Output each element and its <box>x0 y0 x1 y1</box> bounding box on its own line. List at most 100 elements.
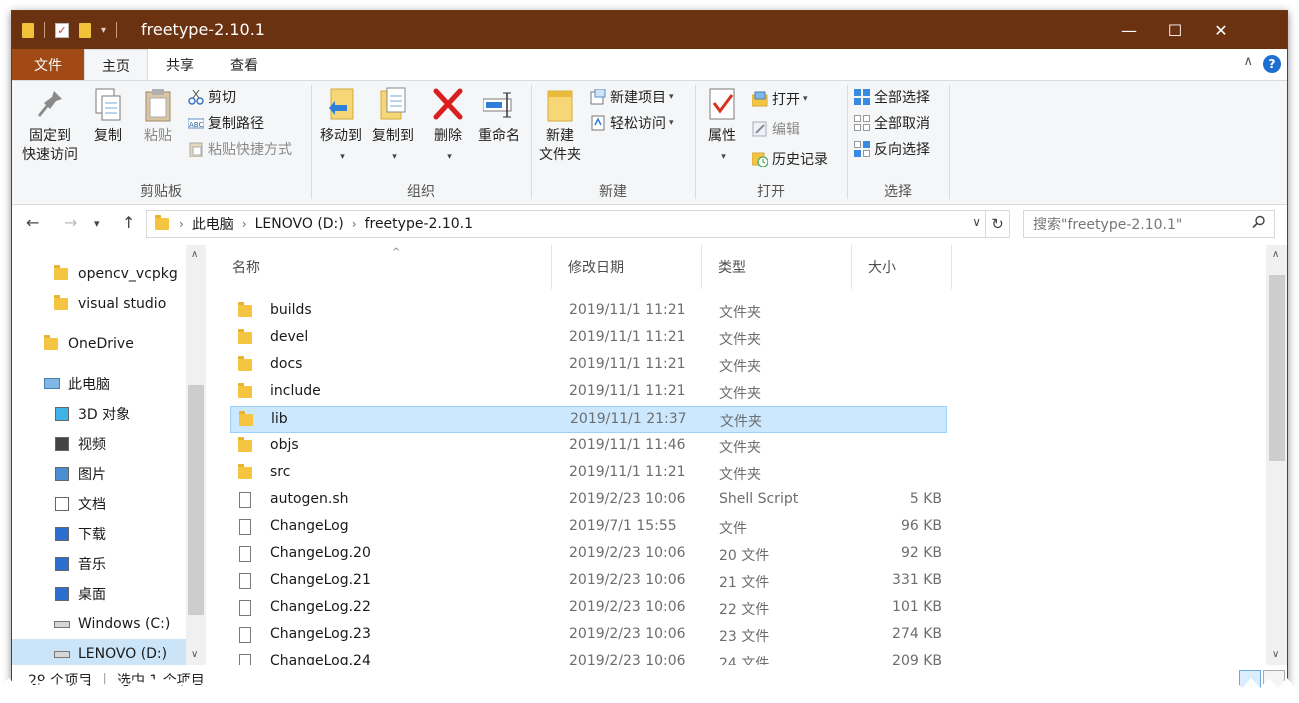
paste-shortcut-button[interactable]: 粘贴快捷方式 <box>188 137 292 161</box>
column-header-type[interactable]: 类型 <box>702 245 852 289</box>
file-icon <box>238 627 252 643</box>
file-row[interactable]: devel 2019/11/1 11:21 文件夹 <box>230 325 947 352</box>
sidebar-item[interactable]: Windows (C:) <box>12 609 186 639</box>
new-item-button[interactable]: 新建项目 ▾ <box>590 85 674 109</box>
tab-view[interactable]: 查看 <box>212 49 276 80</box>
maximize-icon: ☐ <box>1167 20 1183 40</box>
file-row[interactable]: ChangeLog.23 2019/2/23 10:06 23 文件 274 KB <box>230 622 947 649</box>
sidebar-item[interactable]: 桌面 <box>12 579 186 609</box>
copy-path-icon: ABC <box>187 115 205 131</box>
back-button[interactable]: ← <box>26 213 39 232</box>
file-row[interactable]: ChangeLog.20 2019/2/23 10:06 20 文件 92 KB <box>230 541 947 568</box>
recent-locations-button[interactable]: ▾ <box>94 217 100 230</box>
tab-file[interactable]: 文件 <box>12 49 84 80</box>
search-icon[interactable] <box>1252 215 1266 233</box>
column-header-modified[interactable]: 修改日期 <box>552 245 702 289</box>
file-row[interactable]: docs 2019/11/1 11:21 文件夹 <box>230 352 947 379</box>
close-icon: ✕ <box>1214 20 1228 40</box>
sidebar-item[interactable]: opencv_vcpkg <box>12 259 186 289</box>
breadcrumb-current-folder[interactable]: freetype-2.10.1 <box>365 216 473 232</box>
properties-icon[interactable]: ✓ <box>55 22 69 38</box>
pin-quick-access-button[interactable]: 固定到 快速访问 <box>18 87 82 165</box>
file-row[interactable]: include 2019/11/1 11:21 文件夹 <box>230 379 947 406</box>
properties-icon <box>706 87 738 123</box>
paste-button[interactable]: 粘贴 <box>136 87 180 146</box>
select-none-button[interactable]: 全部取消 <box>854 111 930 135</box>
sidebar-item[interactable]: 3D 对象 <box>12 399 186 429</box>
close-button[interactable]: ✕ <box>1198 11 1244 49</box>
copy-to-button[interactable]: 复制到 ▾ <box>368 87 418 167</box>
search-input[interactable]: 搜索"freetype-2.10.1" <box>1023 210 1275 238</box>
torn-edge-decoration <box>0 678 1299 703</box>
chevron-down-icon[interactable]: ∨ <box>972 215 981 229</box>
minimize-button[interactable]: — <box>1106 11 1152 49</box>
file-list-scrollbar[interactable]: ∧ ∨ <box>1266 245 1287 665</box>
nav-pane-scroll-thumb[interactable] <box>188 385 204 615</box>
address-bar[interactable]: › 此电脑 › LENOVO (D:) › freetype-2.10.1 ∨ … <box>146 210 1010 238</box>
easy-access-button[interactable]: 轻松访问 ▾ <box>590 111 674 135</box>
file-row[interactable]: src 2019/11/1 11:21 文件夹 <box>230 460 947 487</box>
collapse-ribbon-icon[interactable]: ∧ <box>1243 54 1253 69</box>
sidebar-item[interactable]: 下载 <box>12 519 186 549</box>
file-row[interactable]: builds 2019/11/1 11:21 文件夹 <box>230 298 947 325</box>
file-name: autogen.sh <box>270 491 349 507</box>
file-modified: 2019/2/23 10:06 <box>569 491 686 507</box>
sidebar-item[interactable]: 文档 <box>12 489 186 519</box>
sidebar-item[interactable]: OneDrive <box>12 329 186 359</box>
refresh-icon[interactable]: ↻ <box>985 211 1009 237</box>
move-to-button[interactable]: 移动到 ▾ <box>316 87 366 167</box>
copy-button[interactable]: 复制 <box>86 87 130 146</box>
edit-button[interactable]: 编辑 <box>752 117 800 141</box>
file-row[interactable]: ChangeLog.22 2019/2/23 10:06 22 文件 101 KB <box>230 595 947 622</box>
select-all-button[interactable]: 全部选择 <box>854 85 930 109</box>
copy-path-button[interactable]: ABC 复制路径 <box>187 111 264 135</box>
file-row[interactable]: lib 2019/11/1 21:37 文件夹 <box>230 406 947 433</box>
column-header-size[interactable]: 大小 <box>852 245 952 289</box>
invert-selection-button[interactable]: 反向选择 <box>854 137 930 161</box>
sidebar-item[interactable]: LENOVO (D:) <box>12 639 186 665</box>
file-list-scroll-thumb[interactable] <box>1269 275 1285 461</box>
copy-path-label: 复制路径 <box>208 116 264 132</box>
select-none-label: 全部取消 <box>874 116 930 132</box>
new-group-label: 新建 <box>599 184 627 200</box>
breadcrumb-this-pc[interactable]: 此电脑 <box>192 214 234 234</box>
file-row[interactable]: autogen.sh 2019/2/23 10:06 Shell Script 5 K… <box>230 487 947 514</box>
open-button[interactable]: 打开 ▾ <box>751 87 808 111</box>
cut-button[interactable]: 剪切 <box>188 85 236 109</box>
file-row[interactable]: ChangeLog 2019/7/1 15:55 文件 96 KB <box>230 514 947 541</box>
sidebar-item[interactable]: visual studio <box>12 289 186 319</box>
delete-button[interactable]: 删除 ▾ <box>428 87 468 167</box>
paste-shortcut-icon <box>188 141 204 158</box>
scroll-down-icon[interactable]: ∨ <box>191 649 198 660</box>
file-row[interactable]: objs 2019/11/1 11:46 文件夹 <box>230 433 947 460</box>
file-row[interactable]: ChangeLog.21 2019/2/23 10:06 21 文件 331 KB <box>230 568 947 595</box>
new-folder-icon[interactable] <box>79 22 91 38</box>
tab-home[interactable]: 主页 <box>84 49 148 81</box>
customize-toolbar-icon[interactable]: ▾ <box>101 25 106 36</box>
sidebar-item-label: OneDrive <box>68 336 134 352</box>
scroll-up-icon[interactable]: ∧ <box>191 249 198 260</box>
sidebar-item[interactable]: 音乐 <box>12 549 186 579</box>
sidebar-item[interactable]: 图片 <box>12 459 186 489</box>
tab-share[interactable]: 共享 <box>148 49 212 80</box>
forward-button[interactable]: → <box>64 213 77 232</box>
scroll-up-icon[interactable]: ∧ <box>1272 249 1279 260</box>
sidebar-item[interactable]: 视频 <box>12 429 186 459</box>
file-icon <box>238 546 252 562</box>
new-folder-button[interactable]: 新建 文件夹 <box>536 87 584 165</box>
folder-icon <box>239 411 253 428</box>
column-header-name[interactable]: 名称 <box>216 245 552 289</box>
rename-button[interactable]: 重命名 <box>472 87 526 146</box>
history-button[interactable]: 历史记录 <box>751 147 828 171</box>
help-icon[interactable]: ? <box>1263 55 1281 73</box>
maximize-button[interactable]: ☐ <box>1152 11 1198 49</box>
breadcrumb-drive[interactable]: LENOVO (D:) <box>255 216 344 232</box>
sidebar-item[interactable]: 此电脑 <box>12 369 186 399</box>
sidebar-item-label: 此电脑 <box>68 377 110 393</box>
file-row[interactable]: ChangeLog.24 2019/2/23 10:06 24 文件 209 KB <box>230 649 947 665</box>
properties-button[interactable]: 属性 ▾ <box>702 87 742 167</box>
nav-pane-scrollbar[interactable]: ∧ ∨ <box>186 245 206 665</box>
up-button[interactable]: ↑ <box>122 213 135 232</box>
scroll-down-icon[interactable]: ∨ <box>1272 649 1279 660</box>
column-type-label: 类型 <box>718 260 746 276</box>
